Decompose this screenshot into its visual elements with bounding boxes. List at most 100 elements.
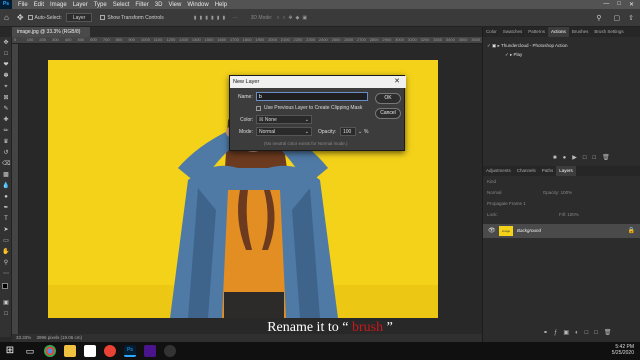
ok-button[interactable]: OK	[375, 93, 401, 104]
more-tools-icon[interactable]: ⋯	[2, 270, 10, 278]
mode-dropdown[interactable]: Normal ⌄	[256, 127, 312, 136]
lasso-tool-icon[interactable]: ❤	[2, 61, 10, 69]
app-taskbar-icon[interactable]	[144, 345, 156, 357]
clock-date[interactable]: 5/25/2020	[540, 350, 634, 356]
layer-row-background[interactable]: 👁 image Background 🔒	[483, 224, 640, 238]
opera-icon[interactable]	[104, 345, 116, 357]
layers-footer-icons[interactable]: ⚭ƒ▣◐□□🗑	[543, 329, 618, 336]
blur-tool-icon[interactable]: 💧	[2, 182, 10, 190]
clone-stamp-tool-icon[interactable]: ♛	[2, 138, 10, 146]
action-item[interactable]: ✓ ▸ Play	[487, 50, 568, 59]
cancel-button[interactable]: Cancel	[375, 108, 401, 119]
menu-view[interactable]: View	[165, 2, 184, 8]
gradient-tool-icon[interactable]: ▩	[2, 171, 10, 179]
crop-tool-icon[interactable]: ⌖	[2, 83, 10, 91]
dialog-opacity-input[interactable]: 100	[340, 127, 356, 136]
menu-help[interactable]: Help	[212, 2, 230, 8]
chrome-icon[interactable]	[44, 345, 56, 357]
menu-file[interactable]: File	[15, 2, 31, 8]
ruler-tick-label: 2100	[280, 37, 290, 42]
move-tool-icon[interactable]: ✥	[17, 13, 24, 22]
brush-tool-icon[interactable]: ✏	[2, 127, 10, 135]
home-icon[interactable]: ⌂	[4, 13, 9, 22]
store-icon[interactable]	[84, 345, 96, 357]
close-icon[interactable]: ✕	[629, 1, 634, 8]
tab-paths[interactable]: Paths	[539, 166, 557, 176]
layer-name-input[interactable]: b	[256, 92, 368, 101]
layer-opacity-value[interactable]: 100%	[561, 190, 573, 195]
document-info[interactable]: 3996 pixels (19.06 cm)	[37, 335, 83, 340]
share-icon[interactable]: ⇧	[628, 14, 634, 22]
tab-actions[interactable]: Actions	[548, 27, 569, 37]
dialog-close-icon[interactable]: ✕	[394, 76, 400, 88]
ruler-tick-label: 800	[115, 37, 123, 42]
tab-brush-settings[interactable]: Brush Settings	[591, 27, 626, 37]
actions-footer-icons[interactable]: ■●▶□□🗑	[553, 154, 616, 161]
path-select-tool-icon[interactable]: ➤	[2, 226, 10, 234]
menu-image[interactable]: Image	[47, 2, 70, 8]
align-icons[interactable]: ▮▮▮▮▮▮ ⋯	[194, 15, 241, 21]
move-tool-icon[interactable]: ✥	[2, 39, 10, 47]
kind-filter-dropdown[interactable]: Kind	[487, 179, 496, 184]
windows-start-icon[interactable]: ⊞	[4, 345, 16, 357]
show-transform-checkbox[interactable]	[100, 15, 106, 20]
menu-window[interactable]: Window	[184, 2, 211, 8]
task-view-icon[interactable]: ▭	[24, 345, 36, 357]
pen-tool-icon[interactable]: ✒	[2, 204, 10, 212]
menu-3d[interactable]: 3D	[152, 2, 166, 8]
tab-channels[interactable]: Channels	[514, 166, 539, 176]
photoshop-app-icon[interactable]: Ps	[0, 0, 12, 9]
tab-layers[interactable]: Layers	[556, 166, 576, 176]
marquee-tool-icon[interactable]: □	[2, 50, 10, 58]
ruler-tick-label: 1900	[255, 37, 265, 42]
caption-close-quote: ”	[383, 320, 393, 335]
blend-mode-dropdown[interactable]: Normal	[487, 190, 502, 195]
workspace-icon[interactable]: ▢	[614, 14, 621, 22]
screen-mode-icon[interactable]: □	[2, 310, 10, 318]
zoom-tool-icon[interactable]: ⚲	[2, 259, 10, 267]
menu-edit[interactable]: Edit	[31, 2, 47, 8]
tab-brushes[interactable]: Brushes	[569, 27, 592, 37]
shape-tool-icon[interactable]: ▭	[2, 237, 10, 245]
photoshop-taskbar-icon[interactable]: Ps	[124, 345, 136, 357]
auto-select-dropdown[interactable]: Layer	[65, 13, 93, 22]
checkmark-icon[interactable]: ✓	[505, 52, 509, 57]
document-tab[interactable]: image.jpg @ 33.3% (RGB/8) *×	[12, 27, 90, 45]
tab-patterns[interactable]: Patterns	[525, 27, 548, 37]
minimize-icon[interactable]: —	[603, 1, 609, 8]
file-explorer-icon[interactable]	[64, 345, 76, 357]
menu-layer[interactable]: Layer	[70, 2, 91, 8]
healing-tool-icon[interactable]: ✚	[2, 116, 10, 124]
auto-select-checkbox[interactable]	[27, 15, 33, 20]
maximize-icon[interactable]: □	[617, 1, 621, 8]
menu-filter[interactable]: Filter	[132, 2, 151, 8]
fill-value[interactable]: 100%	[567, 212, 579, 217]
foreground-color-swatch[interactable]	[2, 283, 8, 289]
3d-mode-icons[interactable]: ○○✥◆▣	[276, 15, 310, 21]
menu-select[interactable]: Select	[110, 2, 133, 8]
dodge-tool-icon[interactable]: ●	[2, 193, 10, 201]
opacity-dropdown-icon[interactable]: ⌄	[358, 129, 362, 135]
clipping-mask-checkbox[interactable]	[256, 106, 261, 111]
type-tool-icon[interactable]: T	[2, 215, 10, 223]
quick-select-tool-icon[interactable]: ✽	[2, 72, 10, 80]
history-brush-tool-icon[interactable]: ↺	[2, 149, 10, 157]
action-set-item[interactable]: ✓ ▣ ▸ Thundercloud - Photoshop Action	[487, 41, 568, 50]
eraser-tool-icon[interactable]: ⌫	[2, 160, 10, 168]
hand-tool-icon[interactable]: ✋	[2, 248, 10, 256]
eyedropper-tool-icon[interactable]: ✎	[2, 105, 10, 113]
layer-name[interactable]: Background	[517, 228, 541, 233]
propagate-frame-label[interactable]: Propagate Frame 1	[487, 201, 526, 206]
frame-tool-icon[interactable]: ⊠	[2, 94, 10, 102]
tab-color[interactable]: Color	[483, 27, 500, 37]
tab-adjustments[interactable]: Adjustments	[483, 166, 514, 176]
checkmark-icon[interactable]: ✓	[487, 43, 491, 48]
quick-mask-icon[interactable]: ▣	[2, 299, 10, 307]
obs-taskbar-icon[interactable]	[164, 345, 176, 357]
tab-swatches[interactable]: Swatches	[500, 27, 526, 37]
color-dropdown[interactable]: ☒ None ⌄	[256, 115, 312, 124]
zoom-level[interactable]: 33.33%	[16, 335, 31, 340]
search-icon[interactable]: ⚲	[596, 14, 601, 22]
visibility-eye-icon[interactable]: 👁	[488, 227, 496, 234]
menu-type[interactable]: Type	[91, 2, 110, 8]
